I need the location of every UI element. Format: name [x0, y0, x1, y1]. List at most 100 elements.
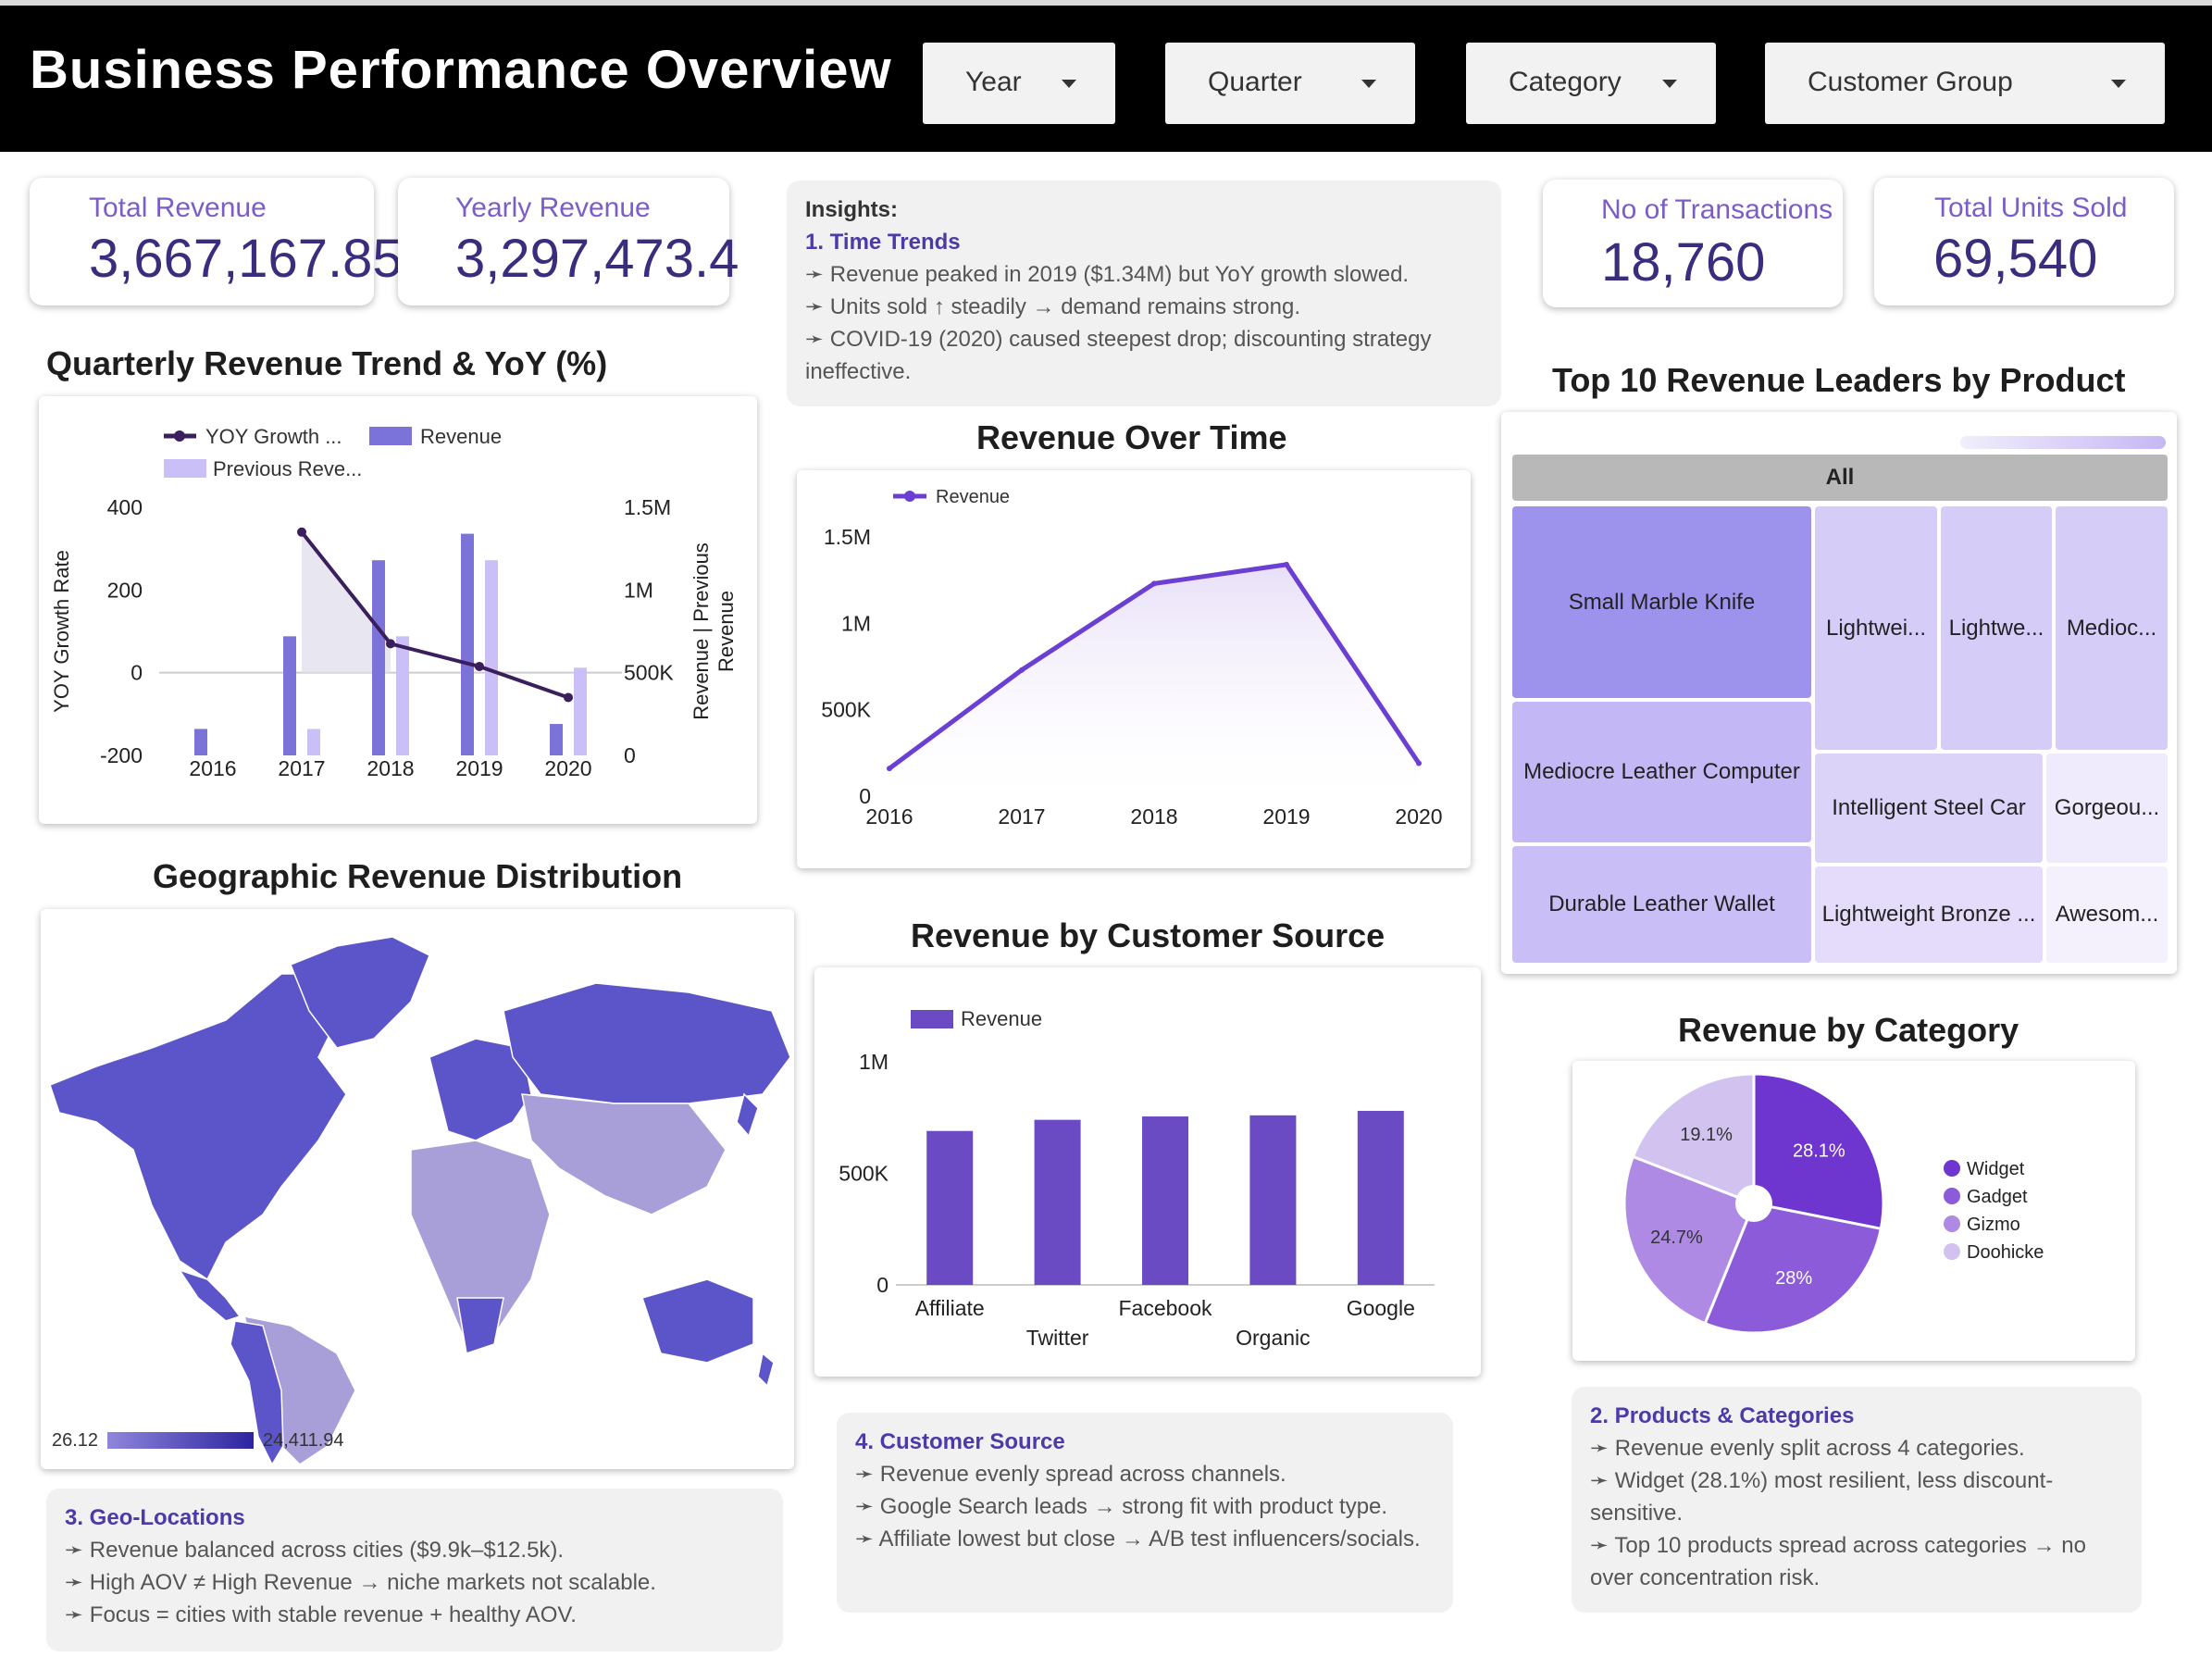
treemap-root-label: All — [1825, 465, 1855, 490]
note-line: ➛ Top 10 products spread across categori… — [1590, 1533, 2086, 1590]
customer-group-filter[interactable]: Customer Group — [1765, 43, 2165, 124]
geo-notes-title: 3. Geo-Locations — [65, 1505, 245, 1530]
treemap-tile[interactable]: Lightweight Bronze ... — [1815, 866, 2043, 963]
insight-line: ➛ Units sold ↑ steadily → demand remains… — [805, 294, 1300, 319]
pie-slice-label: 28% — [1775, 1268, 1812, 1289]
source-bar — [926, 1130, 974, 1285]
x-tick-label: Facebook — [1118, 1296, 1212, 1320]
treemap-tile-label: Intelligent Steel Car — [1832, 795, 2026, 820]
year-filter[interactable]: Year — [923, 43, 1115, 124]
kpi-label: Total Revenue — [89, 193, 267, 223]
source-bar — [1142, 1116, 1188, 1285]
x-tick-label: 2016 — [865, 804, 913, 829]
kpi-value: 18,760 — [1601, 232, 1766, 293]
legend-dot — [1944, 1160, 1960, 1177]
x-tick-label: 2016 — [189, 756, 236, 780]
y-left-tick: -200 — [100, 743, 143, 767]
revenue-bar — [461, 533, 474, 755]
map-region-asia-south[interactable] — [521, 1093, 727, 1215]
x-tick-label: 2020 — [544, 756, 591, 780]
kpi-label: Total Units Sold — [1934, 193, 2128, 223]
legend-label: Doohicke — [1967, 1242, 2044, 1263]
map-region-japan[interactable] — [736, 1092, 759, 1138]
treemap-tile[interactable]: Gorgeou... — [2046, 754, 2168, 863]
legend-label: Widget — [1967, 1159, 2025, 1179]
revenue-point — [1019, 667, 1025, 673]
map-region-australia[interactable] — [641, 1278, 754, 1364]
pie-slice-label: 19.1% — [1680, 1125, 1733, 1145]
top10-title: Top 10 Revenue Leaders by Product — [1552, 361, 2126, 399]
map-region-central-america[interactable] — [178, 1268, 242, 1322]
legend-line-marker — [904, 491, 915, 502]
quarterly-title: Quarterly Revenue Trend & YoY (%) — [46, 344, 608, 382]
treemap-tile[interactable]: Medioc... — [2056, 506, 2168, 750]
treemap-tile[interactable]: Awesom... — [2046, 866, 2168, 963]
treemap-slider[interactable] — [1960, 436, 2166, 449]
source-bar — [1249, 1115, 1297, 1285]
chevron-down-icon — [2111, 80, 2126, 88]
y-right-tick: 1.5M — [624, 495, 671, 519]
kpi-total-revenue: Total Revenue 3,667,167.85 — [30, 178, 403, 305]
revenue-bar — [550, 724, 563, 755]
revenue-point — [887, 766, 892, 772]
note-line: ➛ Revenue balanced across cities ($9.9k–… — [65, 1538, 565, 1563]
y-tick-label: 500K — [839, 1162, 889, 1186]
legend-label: Gizmo — [1967, 1215, 2020, 1235]
treemap-tile-label: Lightwei... — [1825, 615, 1927, 641]
products-notes-title: 2. Products & Categories — [1590, 1403, 1855, 1428]
map-legend-gradient — [107, 1432, 254, 1449]
revenue-area — [889, 564, 1419, 796]
map-region-russia-asia[interactable] — [503, 982, 791, 1104]
previous-revenue-bar — [396, 636, 409, 755]
note-line: ➛ Widget (28.1%) most resilient, less di… — [1590, 1468, 2054, 1526]
x-tick-label: 2019 — [455, 756, 503, 780]
pie-slice-label: 24.7% — [1650, 1228, 1703, 1248]
x-tick-label: 2018 — [1130, 804, 1177, 829]
map-region-new-zealand[interactable] — [757, 1352, 775, 1388]
over-time-title: Revenue Over Time — [976, 418, 1287, 456]
over-time-chart-panel: Revenue 1.5M 1M 500K 0 2016 2017 2018 2019 2020 — [797, 470, 1471, 868]
yoy-growth-point — [297, 527, 306, 537]
category-chart-panel: 28.1% 28% 24.7% 19.1% Widget Gadget Gizmo Doohi… — [1572, 1061, 2135, 1361]
world-map: 26.12 24,411.94 — [49, 936, 791, 1466]
y-tick-label: 1M — [841, 611, 871, 635]
y-tick-label: 500K — [821, 698, 871, 722]
y-tick-label: 0 — [876, 1273, 889, 1297]
source-notes: 4. Customer Source ➛ Revenue evenly spre… — [837, 1413, 1453, 1613]
insights-title: 1. Time Trends — [805, 230, 961, 255]
legend-label: Revenue — [936, 487, 1010, 507]
x-tick-label: 2017 — [998, 804, 1045, 829]
quarter-filter[interactable]: Quarter — [1165, 43, 1415, 124]
products-notes: 2. Products & Categories ➛ Revenue evenl… — [1572, 1387, 2142, 1613]
treemap-tile[interactable]: Intelligent Steel Car — [1815, 754, 2043, 863]
note-line: ➛ Revenue evenly spread across channels. — [855, 1462, 1286, 1487]
category-pie-chart: 28.1% 28% 24.7% 19.1% Widget Gadget Gizmo Doohi… — [1622, 1072, 2044, 1335]
pie-center-hole — [1735, 1185, 1772, 1222]
kpi-yearly-revenue: Yearly Revenue 3,297,473.4 — [398, 178, 739, 305]
map-region-africa-south[interactable] — [456, 1297, 504, 1354]
treemap-tile[interactable]: Durable Leather Wallet — [1512, 846, 1811, 963]
y-right-axis-label-2: Revenue — [715, 591, 738, 672]
legend-swatch — [911, 1010, 953, 1028]
treemap-tile[interactable]: Mediocre Leather Computer — [1512, 702, 1811, 842]
y-right-tick: 0 — [624, 743, 636, 767]
kpi-label: Yearly Revenue — [455, 193, 651, 223]
over-time-chart: Revenue1.5M1M500K02016 2017 2018 2019 2020 — [821, 487, 1442, 829]
treemap-tile[interactable]: Lightwe... — [1941, 506, 2052, 750]
treemap-root-all[interactable]: All — [1512, 455, 2168, 501]
revenue-bar — [194, 729, 207, 755]
insight-line: ➛ Revenue peaked in 2019 ($1.34M) but Yo… — [805, 262, 1410, 287]
treemap-tile-label: Medioc... — [2066, 615, 2157, 641]
y-right-axis-label-1: Revenue | Previous — [690, 542, 713, 720]
treemap-tile[interactable]: Small Marble Knife — [1512, 506, 1811, 698]
x-tick-label: Google — [1347, 1296, 1415, 1320]
x-tick-label: Organic — [1236, 1326, 1311, 1350]
legend-label: Revenue — [420, 425, 502, 448]
yoy-growth-point — [475, 661, 484, 671]
note-line: ➛ Google Search leads → strong fit with … — [855, 1494, 1388, 1519]
legend-line-marker — [174, 430, 185, 442]
category-filter[interactable]: Category — [1466, 43, 1716, 124]
map-region-north-america[interactable] — [49, 973, 347, 1281]
treemap-tile[interactable]: Lightwei... — [1815, 506, 1937, 750]
quarter-filter-label: Quarter — [1208, 67, 1302, 97]
